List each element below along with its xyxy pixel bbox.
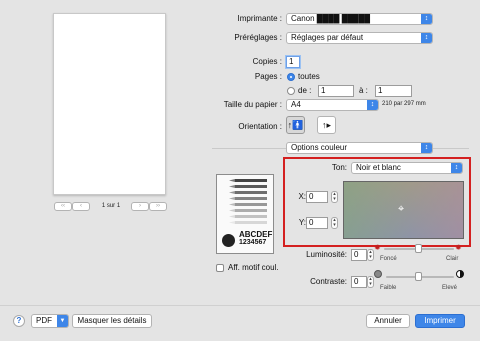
crosshair-icon[interactable]: ⌖: [398, 204, 404, 215]
contrast-label: Contraste:: [310, 277, 347, 286]
pages-from-label: de :: [298, 86, 312, 95]
updown-arrow-icon: ↕: [367, 100, 378, 110]
contrast-slider-thumb[interactable]: [415, 272, 422, 281]
contrast-high-icon: [456, 270, 464, 278]
updown-arrow-icon: ↕: [421, 143, 432, 153]
pdf-label: PDF: [36, 316, 52, 325]
page-counter: 1 sur 1: [101, 203, 121, 209]
copies-label: Copies :: [252, 57, 282, 66]
pdf-menu-button[interactable]: PDF ▼: [31, 314, 69, 328]
next-page-button[interactable]: ›: [131, 202, 149, 211]
updown-arrow-icon: ↕: [451, 163, 462, 173]
x-label: X:: [298, 192, 306, 201]
footer-separator: [0, 305, 480, 306]
previous-page-button[interactable]: ‹: [72, 202, 90, 211]
section-separator-right: [433, 148, 469, 149]
presets-value: Réglages par défaut: [291, 33, 364, 42]
contrast-max-label: Elevé: [442, 285, 458, 291]
pages-range-radio[interactable]: [287, 87, 295, 95]
paper-dimensions: 210 par 297 mm: [382, 101, 426, 107]
y-stepper[interactable]: ▴ ▾: [331, 217, 338, 229]
paper-size-label: Taille du papier :: [223, 100, 282, 109]
show-pattern-checkbox[interactable]: [216, 264, 224, 272]
y-label: Y:: [298, 218, 306, 227]
tone-value: Noir et blanc: [356, 163, 401, 172]
section-menu-value: Options couleur: [291, 143, 348, 152]
printer-value: Canon ████ █████: [291, 14, 371, 23]
printer-select[interactable]: Canon ████ █████ ↕: [286, 13, 433, 25]
orientation-label: Orientation :: [238, 122, 282, 131]
printer-label: Imprimante :: [237, 14, 282, 23]
chevron-down-icon: ▼: [57, 315, 68, 327]
portrait-orientation-icon: ↑🚹: [287, 120, 304, 130]
presets-select[interactable]: Réglages par défaut ↕: [286, 32, 433, 44]
page-preview: [53, 13, 166, 195]
landscape-button[interactable]: ↑▸: [317, 116, 336, 134]
show-pattern-label: Aff. motif coul.: [228, 263, 279, 272]
section-menu-select[interactable]: Options couleur ↕: [286, 142, 433, 154]
brightness-label: Luminosité:: [306, 250, 347, 259]
contrast-min-label: Faible: [380, 285, 397, 291]
tone-color-grid[interactable]: ⌖: [343, 181, 464, 239]
pages-all-label: toutes: [298, 72, 320, 81]
updown-arrow-icon: ↕: [421, 14, 432, 24]
cancel-button[interactable]: Annuler: [366, 314, 410, 328]
x-stepper[interactable]: ▴ ▾: [331, 191, 338, 203]
portrait-button[interactable]: ↑🚹: [286, 116, 305, 134]
color-sample-image: ABCDEF 1234567: [216, 174, 274, 254]
last-page-button[interactable]: ››: [149, 202, 167, 211]
sample-text-2: 1234567: [239, 239, 267, 246]
tone-select[interactable]: Noir et blanc ↕: [351, 162, 463, 174]
contrast-stepper[interactable]: ▴ ▾: [367, 276, 374, 288]
presets-label: Préréglages :: [234, 33, 282, 42]
brightness-slider-thumb[interactable]: [415, 244, 422, 253]
y-input[interactable]: 0: [306, 217, 328, 229]
brightness-light-icon: ✹: [455, 243, 462, 252]
contrast-input[interactable]: 0: [351, 276, 367, 288]
brightness-max-label: Clair: [446, 256, 459, 262]
sample-text-1: ABCDEF: [239, 230, 273, 239]
section-separator-left: [212, 148, 286, 149]
brightness-stepper[interactable]: ▴ ▾: [367, 249, 374, 261]
brightness-input[interactable]: 0: [351, 249, 367, 261]
paper-size-value: A4: [291, 100, 301, 109]
paper-size-select[interactable]: A4 ↕: [286, 99, 379, 111]
help-button[interactable]: ?: [13, 315, 25, 327]
landscape-orientation-icon: ↑▸: [321, 120, 332, 130]
first-page-button[interactable]: ‹‹: [54, 202, 72, 211]
copies-input[interactable]: 1: [286, 56, 300, 68]
pages-to-label: à :: [359, 86, 368, 95]
contrast-low-icon: [374, 270, 382, 278]
print-button[interactable]: Imprimer: [415, 314, 465, 328]
tone-label: Ton:: [331, 163, 347, 172]
sample-badge-icon: [222, 234, 235, 247]
pages-label: Pages :: [254, 72, 282, 81]
pages-all-radio[interactable]: [287, 73, 295, 81]
brightness-dark-icon: ✹: [374, 243, 381, 252]
updown-arrow-icon: ↕: [421, 33, 432, 43]
brightness-min-label: Foncé: [380, 256, 397, 262]
pages-from-input[interactable]: 1: [318, 85, 354, 97]
x-input[interactable]: 0: [306, 191, 328, 203]
pages-to-input[interactable]: 1: [375, 85, 412, 97]
hide-details-button[interactable]: Masquer les détails: [72, 314, 152, 328]
